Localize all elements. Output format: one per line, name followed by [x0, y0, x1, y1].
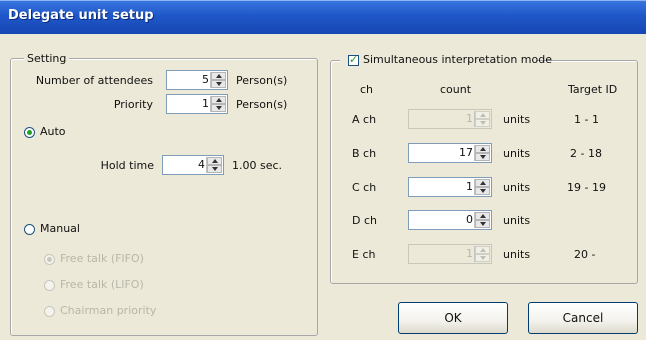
attendees-spinner[interactable]: 5 [166, 70, 228, 90]
spin-up-icon[interactable] [207, 157, 222, 165]
spin-down-icon[interactable] [211, 104, 226, 112]
window-title: Delegate unit setup [8, 8, 154, 23]
header-target-id: Target ID [568, 83, 618, 96]
row-a-target: 1 - 1 [574, 113, 599, 126]
row-b-count: 17 [459, 146, 473, 159]
row-c-units: units [503, 181, 531, 194]
attendees-label: Number of attendees [35, 74, 153, 87]
priority-unit: Person(s) [236, 98, 288, 111]
row-a-ch: A ch [352, 113, 377, 126]
free-talk-fifo-radio[interactable] [44, 254, 55, 265]
priority-spinner[interactable]: 1 [166, 94, 228, 114]
priority-spin-arrows[interactable] [210, 96, 226, 112]
hold-time-label: Hold time [100, 159, 154, 172]
setting-legend: Setting [24, 52, 70, 65]
row-e-count: 1 [466, 247, 473, 260]
spin-up-icon[interactable] [211, 96, 226, 104]
attendees-value: 5 [202, 73, 209, 86]
row-b-units: units [503, 147, 531, 160]
row-c-count-spinner[interactable]: 1 [408, 177, 492, 197]
hold-time-value: 4 [198, 158, 205, 171]
spin-down-icon[interactable] [475, 119, 490, 127]
row-a-count-spinner[interactable]: 1 [408, 109, 492, 129]
spin-down-icon[interactable] [475, 153, 490, 161]
free-talk-lifo-label: Free talk (LIFO) [60, 278, 144, 291]
spin-down-icon[interactable] [475, 187, 490, 195]
manual-label[interactable]: Manual [40, 222, 80, 235]
ok-button[interactable]: OK [398, 302, 508, 334]
header-ch: ch [360, 83, 374, 96]
free-talk-lifo-radio[interactable] [44, 280, 55, 291]
title-bar[interactable]: Delegate unit setup [0, 0, 646, 34]
row-e-ch: E ch [352, 248, 376, 261]
chairman-priority-radio[interactable] [44, 306, 55, 317]
row-e-units: units [503, 248, 531, 261]
row-a-spin-arrows[interactable] [474, 111, 490, 127]
row-c-count: 1 [466, 180, 473, 193]
chairman-priority-label: Chairman priority [60, 304, 157, 317]
priority-label: Priority [113, 98, 153, 111]
hold-time-spin-arrows[interactable] [206, 157, 222, 173]
row-b-target: 2 - 18 [570, 147, 602, 160]
interpretation-label[interactable]: Simultaneous interpretation mode [363, 53, 552, 66]
row-c-target: 19 - 19 [567, 181, 606, 194]
spin-down-icon[interactable] [475, 254, 490, 262]
spin-down-icon[interactable] [475, 220, 490, 228]
row-d-units: units [503, 214, 531, 227]
spin-up-icon[interactable] [475, 246, 490, 254]
attendees-unit: Person(s) [236, 74, 288, 87]
check-icon: ✓ [349, 53, 359, 66]
spin-up-icon[interactable] [475, 145, 490, 153]
auto-label[interactable]: Auto [40, 125, 66, 138]
row-d-count-spinner[interactable]: 0 [408, 210, 492, 230]
row-e-target: 20 - [574, 248, 596, 261]
priority-value: 1 [202, 97, 209, 110]
row-a-count: 1 [466, 112, 473, 125]
row-d-count: 0 [466, 213, 473, 226]
row-b-count-spinner[interactable]: 17 [408, 143, 492, 163]
row-c-ch: C ch [352, 181, 377, 194]
attendees-spin-arrows[interactable] [210, 72, 226, 88]
manual-radio[interactable] [24, 224, 35, 235]
spin-up-icon[interactable] [211, 72, 226, 80]
free-talk-fifo-label: Free talk (FIFO) [60, 252, 144, 265]
auto-radio[interactable] [24, 127, 35, 138]
row-d-spin-arrows[interactable] [474, 212, 490, 228]
spin-down-icon[interactable] [207, 165, 222, 173]
cancel-button[interactable]: Cancel [528, 302, 638, 334]
spin-up-icon[interactable] [475, 111, 490, 119]
row-a-units: units [503, 113, 531, 126]
spin-up-icon[interactable] [475, 179, 490, 187]
row-c-spin-arrows[interactable] [474, 179, 490, 195]
row-b-ch: B ch [352, 147, 377, 160]
hold-time-spinner[interactable]: 4 [162, 155, 224, 175]
header-count: count [440, 83, 472, 96]
interpretation-checkbox[interactable]: ✓ [348, 53, 359, 66]
row-e-count-spinner[interactable]: 1 [408, 244, 492, 264]
spin-down-icon[interactable] [211, 80, 226, 88]
hold-time-unit: 1.00 sec. [232, 159, 283, 172]
spin-up-icon[interactable] [475, 212, 490, 220]
row-e-spin-arrows[interactable] [474, 246, 490, 262]
row-d-ch: D ch [352, 214, 377, 227]
row-b-spin-arrows[interactable] [474, 145, 490, 161]
